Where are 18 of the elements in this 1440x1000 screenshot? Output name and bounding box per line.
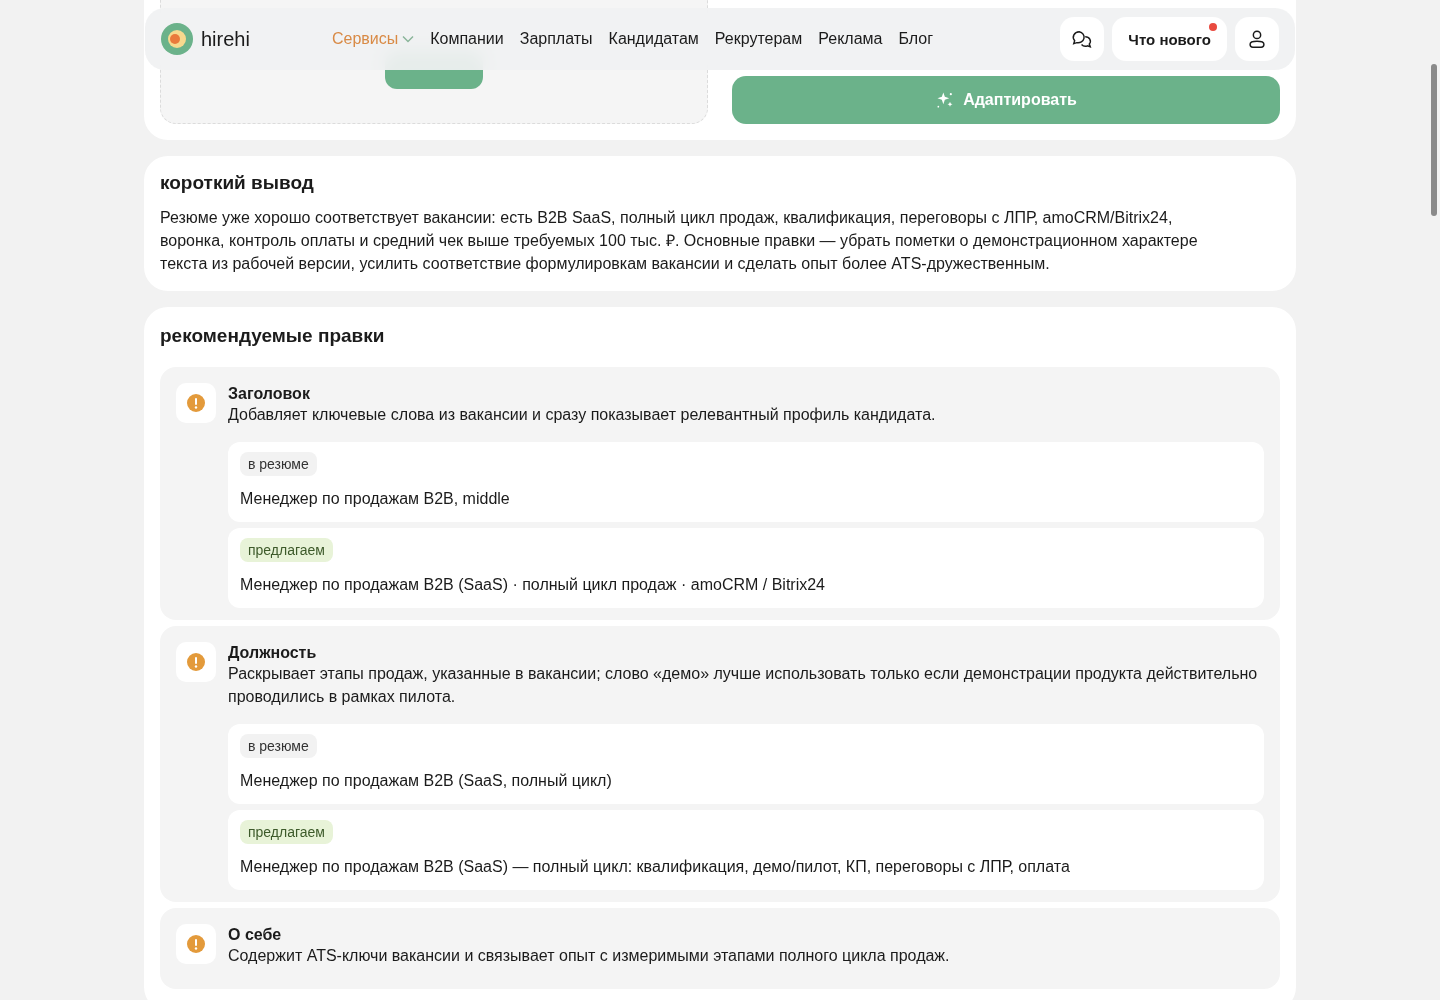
section-title: рекомендуемые правки: [160, 325, 386, 347]
edit-description: Содержит ATS-ключи вакансии и связывает опыт с измеримыми этапами полного цикла продаж.: [228, 946, 951, 966]
edit-description: Добавляет ключевые слова из вакансии и сразу показывает релевантный профиль кандидата.: [228, 405, 937, 425]
version-text: Менеджер по продажам B2B (SaaS) — полный цикл: квалификация, демо/пилот, КП, переговоры с ЛПР, оплата: [240, 858, 1070, 876]
edit-title: Заголовок: [228, 385, 311, 403]
version-tag: в резюме: [240, 734, 317, 758]
section-title: короткий вывод: [160, 172, 315, 194]
version-text: Менеджер по продажам B2B (SaaS) · полный цикл продаж · amoCRM / Bitrix24: [240, 576, 825, 594]
version-tag: предлагаем: [240, 820, 333, 844]
edit-title: О себе: [228, 926, 283, 944]
version-text: Менеджер по продажам B2B, middle: [240, 490, 510, 508]
logo-text: hirehi: [201, 27, 250, 51]
summary-text: Резюме уже хорошо соответствует вакансии: есть B2B SaaS, полный цикл продаж, квалификация, переговоры с ЛПР, amoCRM/Bitrix24, воронка, контроль оплаты и средний чек выше требуемых 100 тыс. ₽. Основные правки — убрать пометки о демонстрационном характере текста из рабочей версии, усилить соответствие формулировкам вакансии и сделать опыт более ATS-дружественным.: [160, 208, 1199, 274]
edit-description: Раскрывает этапы продаж, указанные в вакансии; слово «демо» лучше использовать только если демонстрации продукта действительно проводились в рамках пилота.: [228, 664, 1259, 707]
edit-title: Должность: [228, 644, 318, 662]
version-text: Менеджер по продажам B2B (SaaS, полный цикл): [240, 772, 612, 790]
version-tag: в резюме: [240, 452, 317, 476]
version-tag: предлагаем: [240, 538, 333, 562]
